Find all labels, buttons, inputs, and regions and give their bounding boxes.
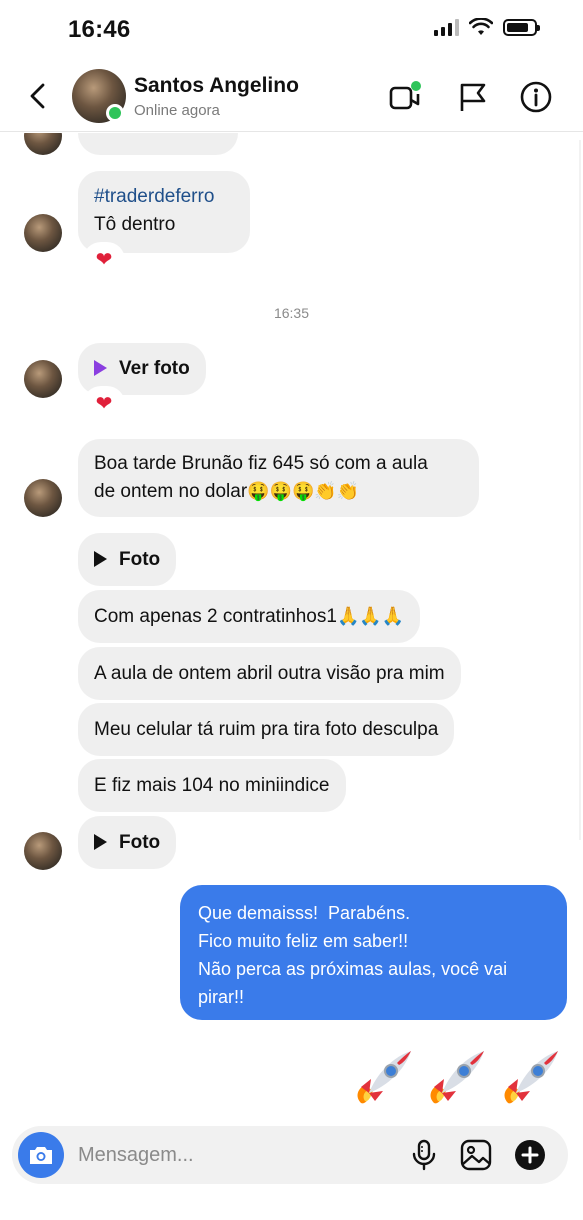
- message-text: de ontem no dolar: [94, 481, 248, 502]
- message-bubble[interactable]: Meu celular tá ruim pra tira foto descul…: [78, 703, 455, 756]
- camera-button[interactable]: [18, 1132, 64, 1178]
- message-emojis: 🤑🤑🤑👏👏: [247, 481, 360, 502]
- message-text: Meu celular tá ruim pra tira foto descul…: [94, 719, 439, 740]
- flag-icon[interactable]: [456, 80, 490, 114]
- message-bubble[interactable]: E fiz mais 104 no miniindice: [78, 759, 346, 812]
- sent-message-text: Que demaisss! Parabéns. Fico muito feliz…: [198, 903, 508, 1007]
- message-bubble[interactable]: [78, 133, 238, 155]
- message-bubble[interactable]: Boa tarde Brunão fiz 645 só com a aula d…: [78, 439, 479, 517]
- contact-avatar-small: [24, 832, 62, 870]
- sent-message-bubble[interactable]: Que demaisss! Parabéns. Fico muito feliz…: [180, 885, 567, 1020]
- status-icons: [434, 18, 540, 36]
- view-photo-button[interactable]: Ver foto: [78, 343, 206, 395]
- contact-avatar-small: [24, 360, 62, 398]
- photo-button[interactable]: Foto: [78, 533, 177, 586]
- chat-header: Santos Angelino Online agora: [0, 60, 583, 132]
- message-text: A aula de ontem abril outra visão pra mi…: [94, 663, 445, 684]
- gallery-icon[interactable]: [459, 1138, 493, 1172]
- wifi-icon: [469, 18, 493, 35]
- message-bubble[interactable]: Com apenas 2 contratinhos1🙏🙏🙏: [78, 590, 421, 643]
- contact-status: Online agora: [134, 102, 220, 119]
- message-bubble[interactable]: #traderdeferro Tô dentro: [78, 171, 250, 253]
- contact-avatar-small: [24, 214, 62, 252]
- online-indicator: [106, 104, 124, 122]
- message-text: Com apenas 2 contratinhos1: [94, 606, 337, 627]
- rocket-icon[interactable]: [494, 1045, 564, 1115]
- photo-label: Foto: [119, 549, 161, 570]
- camera-icon: [30, 1147, 52, 1164]
- message-bubble[interactable]: A aula de ontem abril outra visão pra mi…: [78, 647, 461, 700]
- hashtag-link[interactable]: #traderdeferro: [94, 183, 234, 211]
- message-text: E fiz mais 104 no miniindice: [94, 775, 330, 796]
- play-icon: [94, 551, 107, 567]
- time-divider: 16:35: [273, 305, 310, 321]
- reaction-badge[interactable]: ❤: [85, 388, 123, 420]
- heart-icon: ❤: [95, 249, 113, 271]
- battery-icon: [503, 18, 540, 36]
- contact-avatar-small: [24, 133, 62, 155]
- heart-icon: ❤: [95, 393, 113, 415]
- photo-button[interactable]: Foto: [78, 816, 177, 869]
- add-icon[interactable]: [513, 1138, 547, 1172]
- message-text: Tô dentro: [94, 214, 176, 235]
- message-text: Boa tarde Brunão fiz 645 só com a aula: [94, 453, 428, 474]
- scroll-track: [579, 140, 581, 840]
- status-time: 16:46: [68, 16, 131, 43]
- microphone-icon[interactable]: [407, 1138, 441, 1172]
- play-icon: [94, 834, 107, 850]
- rocket-icon[interactable]: [347, 1045, 417, 1115]
- reaction-badge[interactable]: ❤: [85, 244, 123, 276]
- video-call-icon[interactable]: [388, 80, 422, 114]
- rocket-icon[interactable]: [420, 1045, 490, 1115]
- status-bar: 16:46: [0, 0, 583, 60]
- info-icon[interactable]: [519, 80, 553, 114]
- signal-icon: [434, 18, 459, 36]
- message-input[interactable]: [78, 1142, 378, 1168]
- back-chevron-icon[interactable]: [22, 80, 54, 112]
- photo-label: Foto: [119, 832, 161, 853]
- view-photo-label: Ver foto: [119, 358, 190, 379]
- contact-name[interactable]: Santos Angelino: [134, 74, 299, 98]
- contact-avatar-small: [24, 479, 62, 517]
- play-icon: [94, 360, 107, 376]
- message-composer: [12, 1126, 568, 1184]
- message-list[interactable]: #traderdeferro Tô dentro ❤ 16:35 Ver fot…: [0, 133, 583, 1123]
- message-emojis: 🙏🙏🙏: [336, 606, 405, 627]
